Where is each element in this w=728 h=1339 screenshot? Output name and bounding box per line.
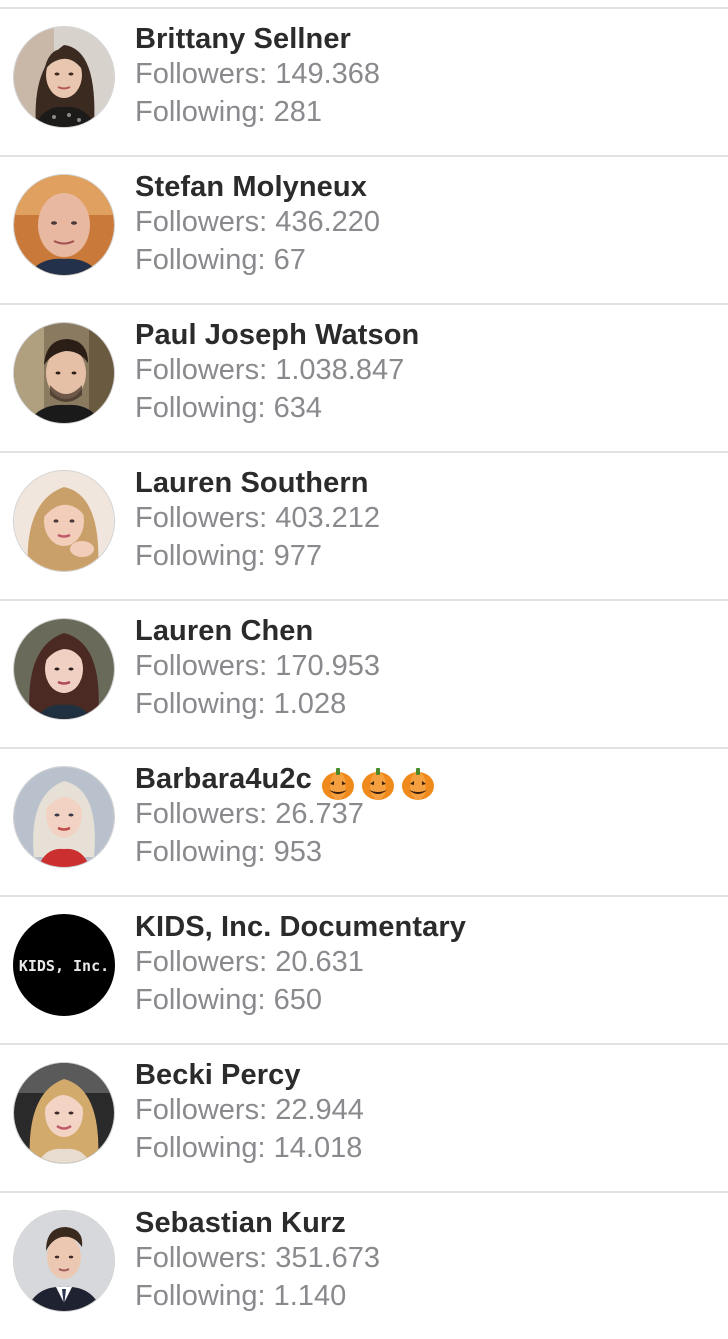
name-emoji-group [320,766,440,802]
following-value: 1.140 [273,1280,347,1312]
followers-count: Followers: 170.953 [135,650,380,683]
list-item[interactable]: Stefan Molyneux Followers: 436.220 Follo… [0,157,728,305]
followers-label: Followers: [135,650,276,682]
portrait-bald-man-icon [14,175,114,275]
account-name: Lauren Chen [135,615,314,647]
followers-value: 149.368 [275,58,381,90]
followers-count: Followers: 22.944 [135,1094,364,1127]
followers-count: Followers: 1.038.847 [135,354,404,387]
following-count: Following: 977 [135,540,322,573]
pumpkin-icon [361,768,394,800]
followers-label: Followers: [135,354,276,386]
portrait-woman-dark-hair-icon [14,27,114,127]
following-label: Following: [135,1132,274,1164]
following-label: Following: [135,984,274,1016]
pumpkin-icon [321,768,354,800]
account-name-text: Barbara4u2c [135,763,312,795]
logo-text: KIDS, Inc. [19,957,109,975]
portrait-man-dark-hair-icon [14,323,114,423]
followers-label: Followers: [135,798,276,830]
following-count: Following: 1.028 [135,688,346,721]
following-value: 977 [273,540,323,572]
following-count: Following: 953 [135,836,322,869]
avatar [13,1062,115,1164]
followers-value: 403.212 [275,502,381,534]
list-item[interactable]: Barbara4u2c Followers: 26.737 Following:… [0,749,728,897]
following-value: 1.028 [273,688,347,720]
list-item[interactable]: Sebastian Kurz Followers: 351.673 Follow… [0,1193,728,1339]
portrait-woman-platinum-hair-icon [14,767,114,867]
following-value: 281 [273,96,323,128]
followers-count: Followers: 26.737 [135,798,364,831]
account-name: Brittany Sellner [135,23,351,55]
account-name: Sebastian Kurz [135,1207,346,1239]
avatar: KIDS, Inc. [13,914,115,1016]
followers-count: Followers: 20.631 [135,946,364,979]
avatar [13,322,115,424]
portrait-woman-blonde-car-icon [14,1063,114,1163]
following-value: 67 [273,244,306,276]
account-name: Lauren Southern [135,467,369,499]
avatar [13,470,115,572]
list-item[interactable]: Paul Joseph Watson Followers: 1.038.847 … [0,305,728,453]
following-count: Following: 1.140 [135,1280,346,1313]
followers-value: 170.953 [275,650,381,682]
followers-count: Followers: 149.368 [135,58,380,91]
following-label: Following: [135,1280,274,1312]
followers-value: 26.737 [275,798,364,830]
following-label: Following: [135,392,274,424]
following-value: 650 [273,984,323,1016]
followers-count: Followers: 403.212 [135,502,380,535]
list-item[interactable]: Lauren Chen Followers: 170.953 Following… [0,601,728,749]
following-value: 634 [273,392,323,424]
following-label: Following: [135,836,274,868]
avatar [13,1210,115,1312]
followers-label: Followers: [135,58,276,90]
followers-label: Followers: [135,1242,276,1274]
following-label: Following: [135,540,274,572]
following-label: Following: [135,244,274,276]
list-item[interactable]: KIDS, Inc. KIDS, Inc. Documentary Follow… [0,897,728,1045]
avatar [13,174,115,276]
following-count: Following: 281 [135,96,322,129]
followers-count: Followers: 436.220 [135,206,380,239]
account-name: KIDS, Inc. Documentary [135,911,466,943]
followers-count: Followers: 351.673 [135,1242,380,1275]
portrait-man-suit-icon [14,1211,114,1311]
followers-label: Followers: [135,206,276,238]
avatar [13,618,115,720]
kids-inc-logo: KIDS, Inc. [14,915,114,1015]
following-count: Following: 650 [135,984,322,1017]
pumpkin-icon [401,768,434,800]
list-item[interactable]: Becki Percy Followers: 22.944 Following:… [0,1045,728,1193]
following-value: 14.018 [273,1132,363,1164]
following-value: 953 [273,836,323,868]
following-label: Following: [135,96,274,128]
following-count: Following: 14.018 [135,1132,362,1165]
account-name: Stefan Molyneux [135,171,367,203]
followers-label: Followers: [135,1094,276,1126]
account-name: Barbara4u2c [135,763,440,802]
followers-label: Followers: [135,946,276,978]
list-item[interactable]: Lauren Southern Followers: 403.212 Follo… [0,453,728,601]
account-name: Paul Joseph Watson [135,319,420,351]
avatar [13,26,115,128]
followers-value: 1.038.847 [275,354,405,386]
followers-value: 436.220 [275,206,381,238]
following-label: Following: [135,688,274,720]
account-name: Becki Percy [135,1059,301,1091]
account-list: Brittany Sellner Followers: 149.368 Foll… [0,9,728,1339]
avatar [13,766,115,868]
portrait-woman-brown-hair-icon [14,619,114,719]
followers-value: 20.631 [275,946,364,978]
list-item[interactable]: Brittany Sellner Followers: 149.368 Foll… [0,9,728,157]
followers-value: 22.944 [275,1094,364,1126]
followers-label: Followers: [135,502,276,534]
following-count: Following: 634 [135,392,322,425]
portrait-woman-blonde-icon [14,471,114,571]
following-count: Following: 67 [135,244,306,277]
followers-value: 351.673 [275,1242,381,1274]
